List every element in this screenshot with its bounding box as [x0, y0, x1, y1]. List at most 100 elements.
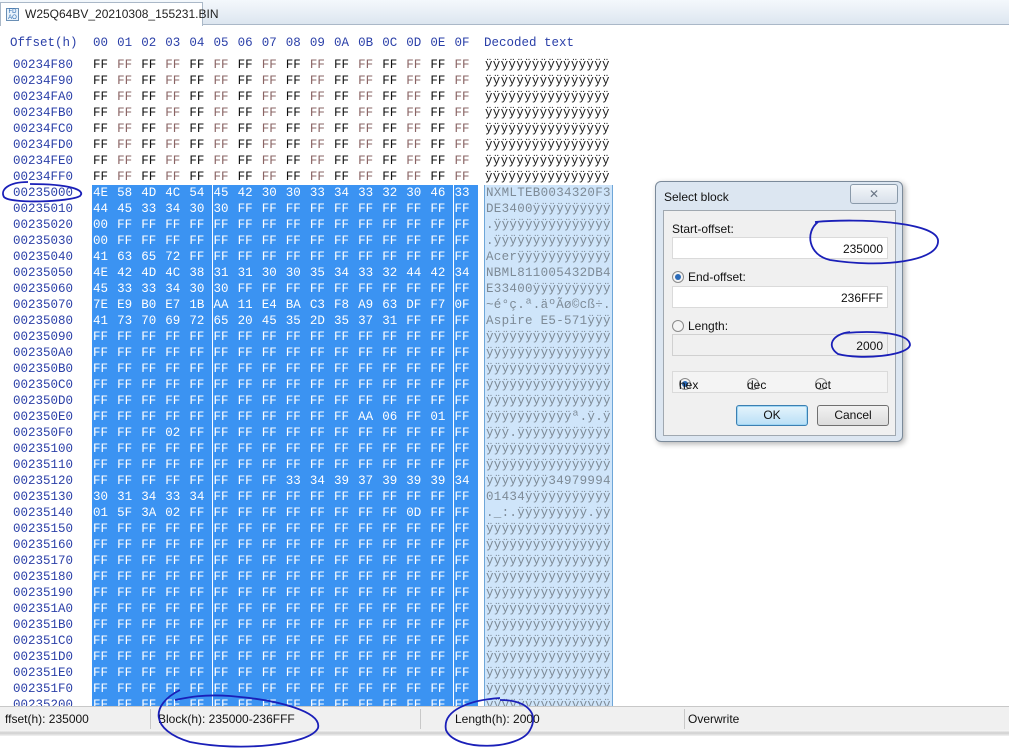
hex-byte[interactable]: FF: [92, 89, 116, 105]
hex-byte[interactable]: FF: [453, 585, 478, 601]
hex-byte[interactable]: FF: [405, 249, 430, 265]
hex-byte[interactable]: FF: [429, 393, 454, 409]
hex-byte[interactable]: FF: [212, 361, 237, 377]
hex-byte[interactable]: FF: [308, 329, 333, 345]
hex-byte[interactable]: 5F: [116, 505, 141, 521]
hex-byte[interactable]: FF: [308, 425, 333, 441]
hex-byte[interactable]: FF: [308, 393, 333, 409]
hex-byte[interactable]: FF: [333, 329, 358, 345]
hex-byte[interactable]: FF: [308, 233, 333, 249]
hex-byte[interactable]: FF: [116, 137, 140, 153]
hex-byte[interactable]: FF: [309, 169, 333, 185]
hex-byte[interactable]: FF: [188, 553, 213, 569]
hex-byte[interactable]: 2D: [308, 313, 333, 329]
hex-byte[interactable]: FF: [236, 441, 261, 457]
hex-byte[interactable]: 31: [381, 313, 406, 329]
hex-byte[interactable]: FF: [164, 169, 188, 185]
hex-byte[interactable]: FF: [381, 121, 405, 137]
decoded-text[interactable]: .ÿÿÿÿÿÿÿÿÿÿÿÿÿÿÿ: [484, 217, 613, 233]
hex-byte[interactable]: FF: [237, 89, 261, 105]
hex-byte[interactable]: 06: [381, 409, 406, 425]
hex-byte[interactable]: FF: [260, 473, 285, 489]
hex-byte[interactable]: 65: [212, 313, 237, 329]
hex-row[interactable]: 00235080 41 73 70 69 72 65 20 45 35 2D 35 37 31 FF FF FF…: [0, 313, 640, 329]
hex-byte[interactable]: 34: [164, 201, 189, 217]
hex-byte[interactable]: FF: [284, 649, 309, 665]
hex-byte[interactable]: FF: [357, 489, 382, 505]
hex-byte[interactable]: FF: [357, 537, 382, 553]
hex-byte[interactable]: 30: [284, 185, 309, 201]
hex-byte[interactable]: FF: [188, 633, 213, 649]
hex-byte[interactable]: FF: [261, 121, 285, 137]
hex-byte[interactable]: FF: [212, 681, 237, 697]
hex-byte[interactable]: FF: [333, 73, 357, 89]
hex-row[interactable]: 002351B0 FF FF FF FF FF FF FF FF FF FF FF FF FF FF FF FF…: [0, 617, 640, 633]
hex-byte[interactable]: FF: [453, 345, 478, 361]
hex-byte[interactable]: FF: [405, 281, 430, 297]
hex-byte[interactable]: FF: [405, 457, 430, 473]
hex-byte[interactable]: FF: [140, 665, 165, 681]
hex-byte[interactable]: FF: [285, 153, 309, 169]
hex-byte[interactable]: FF: [308, 457, 333, 473]
hex-byte[interactable]: FF: [236, 217, 261, 233]
hex-byte[interactable]: FF: [237, 137, 261, 153]
hex-byte[interactable]: FF: [308, 505, 333, 521]
hex-byte[interactable]: 33: [357, 265, 382, 281]
end-offset-input[interactable]: 236FFF: [672, 286, 888, 308]
hex-byte[interactable]: FF: [116, 617, 141, 633]
hex-byte[interactable]: FF: [453, 665, 478, 681]
hex-row[interactable]: 00235140 01 5F 3A 02 FF FF FF FF FF FF FF FF FF 0D FF FF…: [0, 505, 640, 521]
hex-byte[interactable]: FF: [116, 361, 141, 377]
hex-byte[interactable]: FF: [261, 169, 285, 185]
hex-byte[interactable]: FF: [429, 585, 454, 601]
hex-byte[interactable]: FF: [405, 313, 430, 329]
hex-byte[interactable]: FF: [308, 649, 333, 665]
hex-byte[interactable]: FF: [212, 393, 237, 409]
hex-byte[interactable]: 42: [429, 265, 454, 281]
hex-byte[interactable]: FF: [284, 553, 309, 569]
hex-byte[interactable]: FF: [140, 217, 165, 233]
hex-byte[interactable]: 39: [333, 473, 358, 489]
hex-byte[interactable]: FF: [284, 201, 309, 217]
hex-byte[interactable]: FF: [116, 585, 141, 601]
hex-byte[interactable]: FF: [405, 521, 430, 537]
hex-byte[interactable]: FF: [454, 73, 478, 89]
hex-byte[interactable]: FF: [357, 649, 382, 665]
hex-byte[interactable]: FF: [381, 329, 406, 345]
hex-byte[interactable]: 41: [92, 249, 117, 265]
hex-byte[interactable]: FF: [261, 105, 285, 121]
hex-byte[interactable]: FF: [284, 441, 309, 457]
hex-byte[interactable]: FF: [236, 681, 261, 697]
hex-byte[interactable]: FF: [381, 249, 406, 265]
hex-row[interactable]: 00234FC0 FF FF FF FF FF FF FF FF FF FF FF FF FF FF FF FF…: [0, 121, 640, 137]
hex-byte[interactable]: FF: [260, 617, 285, 633]
hex-byte[interactable]: FF: [237, 105, 261, 121]
hex-byte[interactable]: FF: [381, 441, 406, 457]
hex-byte[interactable]: 01: [429, 409, 454, 425]
hex-byte[interactable]: FF: [381, 665, 406, 681]
hex-byte[interactable]: FF: [285, 73, 309, 89]
hex-byte[interactable]: FF: [212, 585, 237, 601]
hex-byte[interactable]: FF: [164, 457, 189, 473]
hex-byte[interactable]: FF: [453, 441, 478, 457]
decoded-text[interactable]: ÿÿÿÿÿÿÿÿÿÿÿÿÿÿÿÿ: [484, 329, 613, 345]
hex-byte[interactable]: FF: [92, 425, 117, 441]
hex-byte[interactable]: FF: [140, 393, 165, 409]
hex-byte[interactable]: FF: [164, 681, 189, 697]
hex-byte[interactable]: FF: [333, 249, 358, 265]
hex-byte[interactable]: FF: [260, 633, 285, 649]
hex-byte[interactable]: FF: [260, 585, 285, 601]
hex-byte[interactable]: 65: [140, 249, 165, 265]
hex-byte[interactable]: FF: [260, 649, 285, 665]
hex-byte[interactable]: 45: [116, 201, 141, 217]
hex-byte[interactable]: FF: [188, 137, 212, 153]
hex-byte[interactable]: FF: [405, 601, 430, 617]
hex-byte[interactable]: FF: [236, 393, 261, 409]
hex-byte[interactable]: FF: [140, 409, 165, 425]
hex-byte[interactable]: FF: [92, 169, 116, 185]
hex-byte[interactable]: FF: [453, 457, 478, 473]
hex-byte[interactable]: FF: [188, 617, 213, 633]
hex-byte[interactable]: FF: [236, 569, 261, 585]
hex-byte[interactable]: FF: [333, 233, 358, 249]
decoded-text[interactable]: ÿÿÿÿÿÿÿÿÿÿÿÿÿÿÿÿ: [484, 137, 613, 153]
